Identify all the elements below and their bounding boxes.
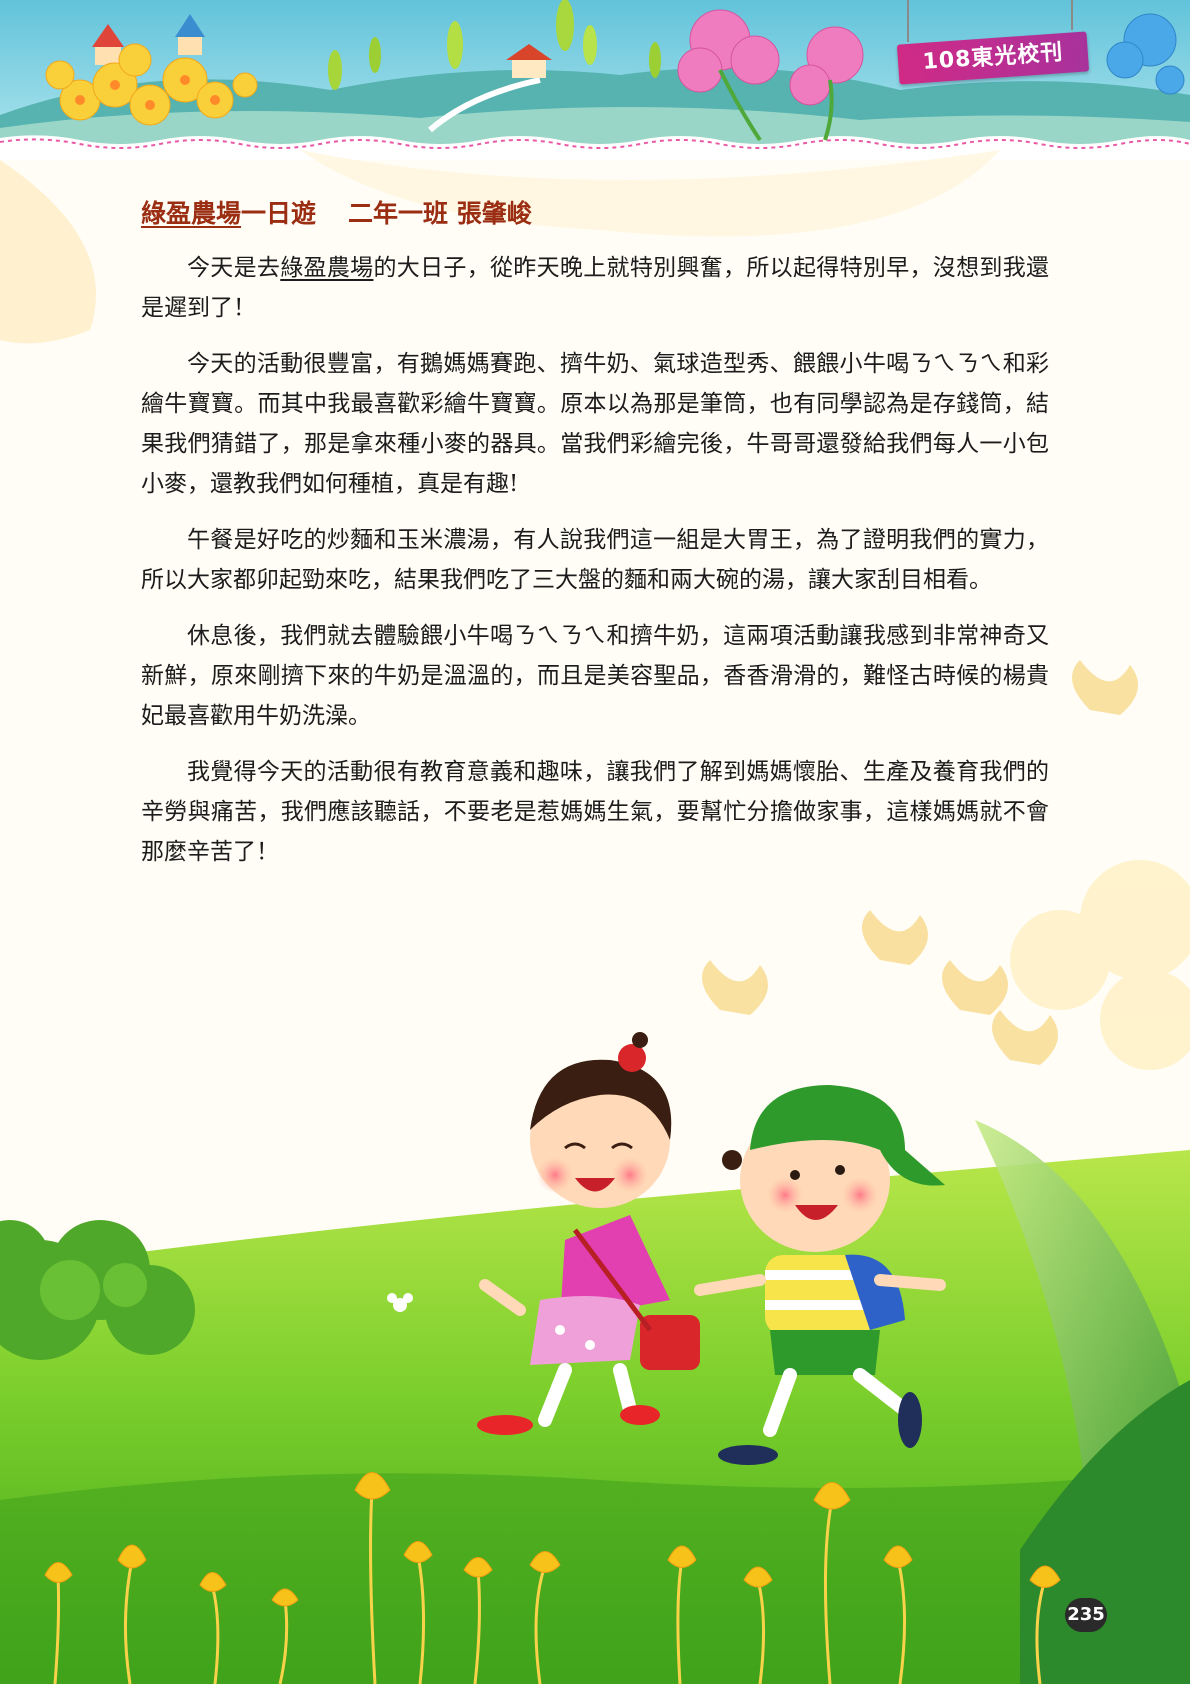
paragraph-1-farm-name: 綠盈農場	[280, 255, 374, 281]
title-farm-name: 綠盈農場	[141, 199, 242, 228]
paragraph-3: 午餐是好吃的炒麵和玉米濃湯，有人說我們這一組是大胃王，為了證明我們的實力，所以大…	[141, 527, 1049, 593]
title-author: 二年一班 張肇峻	[348, 199, 532, 228]
page-number: 235	[1065, 1598, 1107, 1632]
paragraph-2: 今天的活動很豐富，有鵝媽媽賽跑、擠牛奶、氣球造型秀、餵餵小牛喝ㄋㄟㄋㄟ和彩繪牛寶…	[141, 351, 1049, 497]
header-banner	[0, 0, 1190, 160]
title-rest: 一日遊	[241, 199, 317, 228]
paragraph-5: 我覺得今天的活動很有教育意義和趣味，讓我們了解到媽媽懷胎、生產及養育我們的辛勞與…	[141, 759, 1049, 865]
paragraph-4: 休息後，我們就去體驗餵小牛喝ㄋㄟㄋㄟ和擠牛奶，這兩項活動讓我感到非常神奇又新鮮，…	[141, 623, 1049, 729]
paragraph-1-part-a: 今天是去	[187, 255, 281, 281]
article-title: 綠盈農場一日遊 二年一班 張肇峻	[141, 194, 532, 230]
paragraph-1: 今天是去綠盈農場的大日子，從昨天晚上就特別興奮，所以起得特別早，沒想到我還是遲到…	[141, 248, 1049, 328]
article-body: 今天是去綠盈農場的大日子，從昨天晚上就特別興奮，所以起得特別早，沒想到我還是遲到…	[141, 248, 1049, 888]
